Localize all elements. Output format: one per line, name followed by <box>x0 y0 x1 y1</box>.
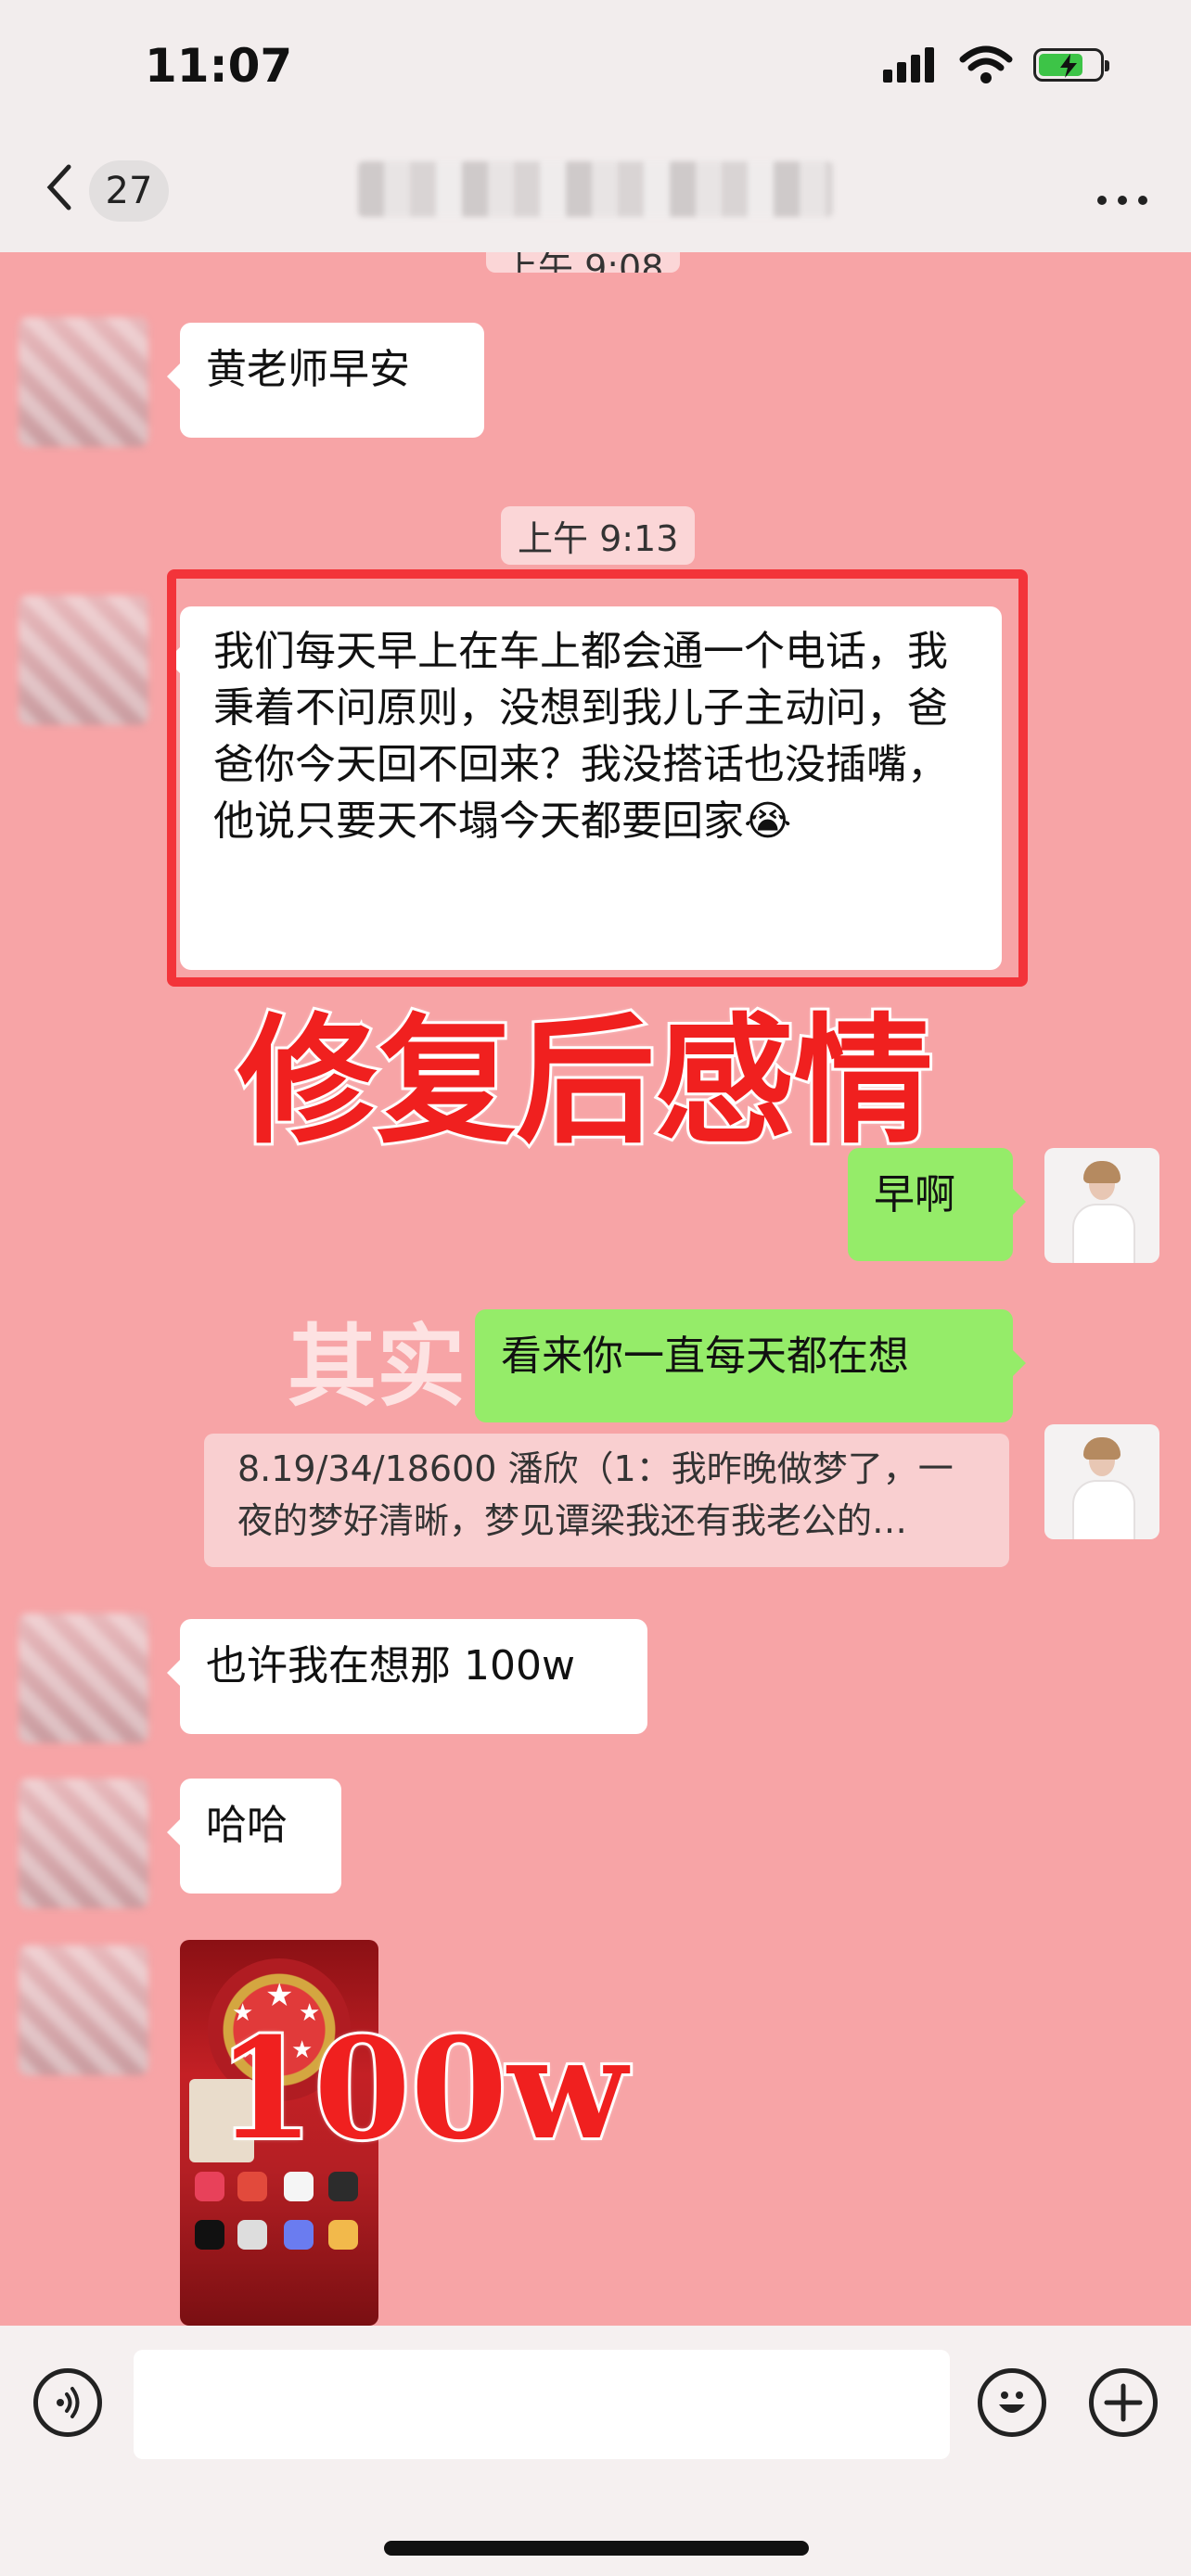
battery-charging-icon <box>1033 48 1109 82</box>
my-avatar[interactable] <box>1044 1424 1159 1539</box>
image-caption-overlay: 100w <box>214 2008 630 2171</box>
my-message-bubble[interactable]: 看来你一直每天都在想 <box>475 1309 1026 1422</box>
contact-avatar[interactable] <box>19 595 148 725</box>
voice-input-icon <box>57 2387 80 2418</box>
message-bubble[interactable]: 哈哈 <box>167 1779 341 1894</box>
message-input[interactable] <box>134 2350 950 2459</box>
my-avatar[interactable] <box>1044 1148 1159 1263</box>
plus-icon <box>1104 2383 1143 2422</box>
plus-button[interactable] <box>1089 2368 1158 2437</box>
home-indicator[interactable] <box>384 2541 809 2556</box>
caption-overlay: 修复后感情 <box>235 1001 936 1164</box>
contact-avatar[interactable] <box>19 1613 148 1743</box>
voice-button[interactable] <box>33 2368 102 2437</box>
message-bubble[interactable]: 也许我在想那 100w <box>167 1619 647 1734</box>
unread-count-badge[interactable]: 27 <box>89 160 169 222</box>
more-dots-icon <box>1097 196 1147 205</box>
contact-avatar[interactable] <box>19 1945 148 2075</box>
emoji-button[interactable] <box>978 2368 1046 2437</box>
status-icons <box>883 45 1109 85</box>
more-button[interactable] <box>1095 163 1150 222</box>
status-time: 11:07 <box>145 39 293 93</box>
message-bubble[interactable]: 黄老师早安 <box>167 323 484 438</box>
timestamp: 上午 9:13 <box>501 506 696 565</box>
my-message-bubble[interactable]: 早啊 <box>848 1148 1026 1261</box>
watermark-text: 其实 <box>288 1314 466 1419</box>
quoted-message[interactable]: 8.19/34/18600 潘欣（1：我昨晚做梦了，一夜的梦好清晰，梦见谭梁我还… <box>204 1434 1009 1567</box>
highlight-frame <box>167 569 1028 987</box>
chat-title-blurred <box>358 161 833 217</box>
wifi-icon <box>959 45 1013 83</box>
chevron-left-icon <box>46 164 71 210</box>
contact-avatar[interactable] <box>19 1779 148 1908</box>
contact-avatar[interactable] <box>19 317 148 447</box>
back-button[interactable] <box>41 159 78 229</box>
timestamp: 上午 9:08 <box>486 252 681 273</box>
cellular-signal-icon <box>883 47 939 83</box>
emoji-icon <box>999 2391 1025 2413</box>
